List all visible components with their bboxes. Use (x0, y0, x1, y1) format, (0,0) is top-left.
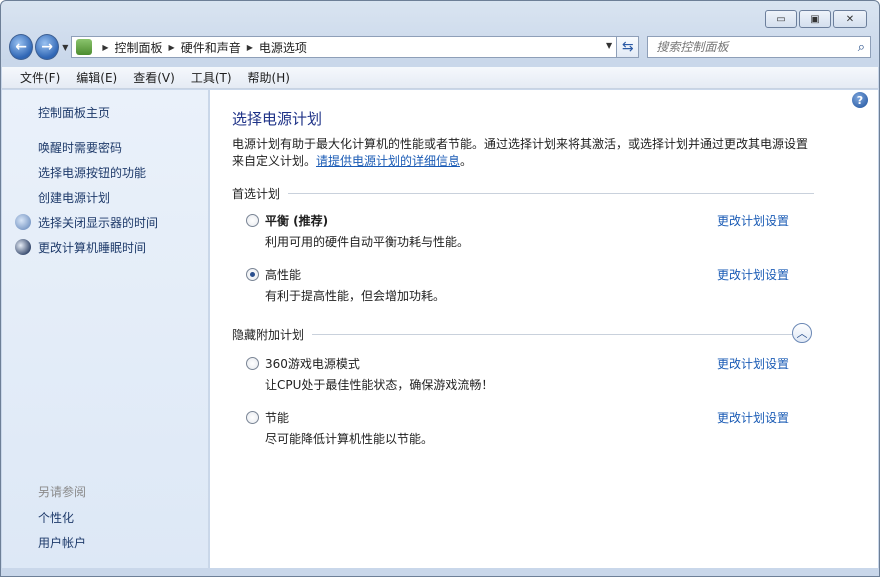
recent-pages-dropdown-icon[interactable]: ▼ (62, 43, 68, 52)
refresh-icon: ⇆ (621, 39, 634, 55)
plan-high-performance-desc: 有利于提高性能，但会增加功耗。 (265, 289, 446, 303)
search-input[interactable] (656, 40, 867, 54)
search-icon[interactable]: ⌕ (858, 40, 865, 55)
minimize-button[interactable]: ▭ (765, 10, 797, 28)
breadcrumb-power-options[interactable]: 电源选项 (259, 39, 307, 56)
breadcrumb-control-panel[interactable]: 控制面板 (115, 39, 163, 56)
sidebar: 控制面板主页 唤醒时需要密码 选择电源按钮的功能 创建电源计划 选择关闭显示器的… (2, 90, 209, 568)
menu-tools[interactable]: 工具(T) (183, 69, 240, 86)
plan-360-game-desc: 让CPU处于最佳性能状态，确保游戏流畅！ (265, 378, 494, 392)
breadcrumb-separator-icon[interactable]: ▶ (102, 43, 108, 52)
change-plan-settings-high-performance[interactable]: 更改计划设置 (717, 266, 789, 283)
address-dropdown-icon[interactable]: ▼ (606, 41, 612, 50)
preferred-plans-label: 首选计划 (232, 187, 281, 201)
sidebar-link-user-accounts[interactable]: 用户帐户 (38, 534, 86, 551)
address-bar[interactable]: ▶ 控制面板 ▶ 硬件和声音 ▶ 电源选项 ▼ (71, 36, 618, 58)
plan-details-link[interactable]: 请提供电源计划的详细信息 (316, 154, 460, 168)
plan-power-saver-radio[interactable] (246, 411, 259, 424)
plan-high-performance-name: 高性能 (265, 268, 302, 282)
sidebar-link-wake-password[interactable]: 唤醒时需要密码 (38, 139, 122, 156)
breadcrumb-separator-icon[interactable]: ▶ (247, 43, 253, 52)
change-plan-settings-power-saver[interactable]: 更改计划设置 (717, 409, 789, 426)
menu-help[interactable]: 帮助(H) (240, 69, 298, 86)
navigation-bar: ← → ▼ ▶ 控制面板 ▶ 硬件和声音 ▶ 电源选项 ▼ ⇆ ⌕ (9, 33, 871, 61)
plan-high-performance-radio[interactable] (246, 268, 259, 281)
close-button[interactable]: ✕ (833, 10, 867, 28)
hidden-plans-label: 隐藏附加计划 (232, 328, 305, 342)
maximize-button[interactable]: ▣ (799, 10, 831, 28)
plan-360-game-radio[interactable] (246, 357, 259, 370)
back-button[interactable]: ← (9, 34, 34, 60)
control-panel-icon (76, 39, 93, 55)
menu-view[interactable]: 查看(V) (125, 69, 183, 86)
sidebar-link-create-plan[interactable]: 创建电源计划 (38, 189, 110, 206)
see-also-header: 另请参阅 (38, 485, 87, 499)
menu-file[interactable]: 文件(F) (12, 69, 68, 86)
refresh-button[interactable]: ⇆ (617, 36, 640, 58)
plan-balanced-radio[interactable] (246, 214, 259, 227)
intro-line2: 来自定义计划。 (232, 154, 317, 168)
search-box: ⌕ (647, 36, 871, 58)
help-icon[interactable]: ? (852, 92, 868, 108)
main-content: ? 选择电源计划 电源计划有助于最大化计算机的性能或者节能。通过选择计划来将其激… (210, 90, 878, 568)
menu-bar: 文件(F) 编辑(E) 查看(V) 工具(T) 帮助(H) (2, 67, 878, 89)
sidebar-link-control-panel-home[interactable]: 控制面板主页 (38, 104, 110, 121)
forward-arrow-icon: → (41, 39, 54, 55)
collapse-hidden-plans-button[interactable]: ︿ (792, 323, 812, 343)
back-arrow-icon: ← (15, 39, 27, 55)
preferred-divider (288, 193, 815, 194)
menu-edit[interactable]: 编辑(E) (68, 69, 125, 86)
change-plan-settings-balanced[interactable]: 更改计划设置 (717, 212, 789, 229)
preferred-plans-header: 首选计划 (232, 185, 815, 202)
chevron-up-icon: ︿ (796, 327, 808, 340)
intro-suffix: 。 (460, 154, 473, 168)
minimize-icon: ▭ (776, 13, 786, 25)
change-plan-settings-360-game[interactable]: 更改计划设置 (717, 355, 789, 372)
maximize-icon: ▣ (810, 13, 820, 25)
page-title: 选择电源计划 (232, 110, 323, 128)
caption-buttons: ▭ ▣ ✕ (765, 10, 867, 28)
plan-balanced-name: 平衡 (推荐) (265, 214, 329, 228)
intro-line1: 电源计划有助于最大化计算机的性能或者节能。通过选择计划来将其激活，或选择计划并通… (232, 137, 809, 151)
plan-power-saver-desc: 尽可能降低计算机性能以节能。 (265, 432, 434, 446)
breadcrumb-hardware-sound[interactable]: 硬件和声音 (181, 39, 241, 56)
display-off-icon (15, 214, 31, 230)
sidebar-link-display-off-time[interactable]: 选择关闭显示器的时间 (38, 214, 158, 231)
sidebar-link-power-buttons[interactable]: 选择电源按钮的功能 (38, 164, 146, 181)
window: ▭ ▣ ✕ ← → ▼ ▶ 控制面板 ▶ 硬件和声音 ▶ 电源选项 ▼ ⇆ ⌕ … (0, 0, 880, 577)
breadcrumb-separator-icon[interactable]: ▶ (169, 43, 175, 52)
sidebar-link-sleep-time[interactable]: 更改计算机睡眠时间 (38, 239, 146, 256)
close-icon: ✕ (845, 13, 855, 25)
intro-text: 电源计划有助于最大化计算机的性能或者节能。通过选择计划来将其激活，或选择计划并通… (232, 136, 822, 170)
hidden-divider (312, 334, 795, 335)
sidebar-link-personalization[interactable]: 个性化 (38, 509, 74, 526)
hidden-plans-header: 隐藏附加计划 (232, 326, 795, 343)
sleep-moon-icon (15, 239, 31, 255)
plan-power-saver-name: 节能 (265, 411, 290, 425)
plan-360-game-name: 360游戏电源模式 (265, 357, 360, 371)
forward-button[interactable]: → (35, 34, 60, 60)
plan-balanced-desc: 利用可用的硬件自动平衡功耗与性能。 (265, 235, 470, 249)
